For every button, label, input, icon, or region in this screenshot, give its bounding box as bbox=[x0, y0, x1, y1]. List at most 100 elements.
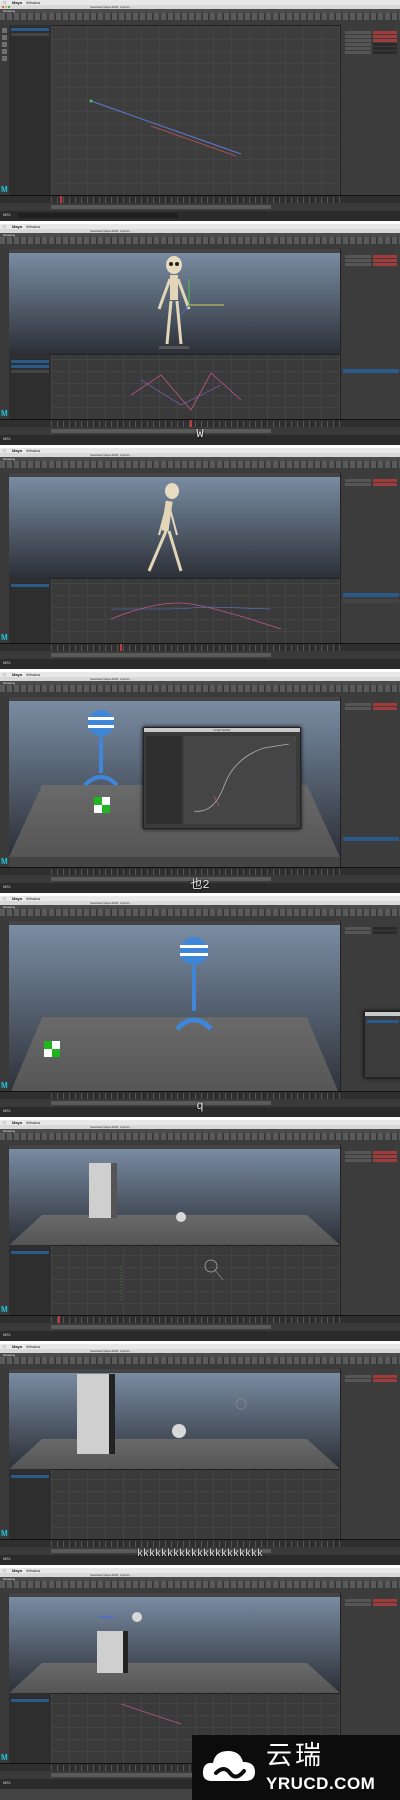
zoom-icon[interactable] bbox=[8, 6, 10, 8]
outliner-panel[interactable] bbox=[9, 1469, 52, 1539]
graph-editor-title: Graph Editor bbox=[213, 728, 231, 732]
select-tool-icon[interactable] bbox=[2, 28, 7, 33]
status-line[interactable] bbox=[0, 909, 400, 916]
mel-label: MEL bbox=[3, 1332, 12, 1337]
outliner-item[interactable] bbox=[11, 33, 49, 36]
channel-popup[interactable] bbox=[364, 1011, 400, 1078]
graph-editor-canvas[interactable] bbox=[184, 736, 296, 824]
scene-objects[interactable] bbox=[9, 1369, 340, 1469]
maya-logo-icon: M bbox=[1, 1081, 8, 1090]
scale-tool-icon[interactable] bbox=[2, 56, 7, 61]
range-slider[interactable] bbox=[0, 203, 400, 211]
outliner-item[interactable] bbox=[11, 360, 49, 363]
outliner-item[interactable] bbox=[11, 1251, 49, 1254]
close-icon[interactable] bbox=[2, 6, 4, 8]
graph-editor[interactable] bbox=[51, 1245, 340, 1316]
mel-label: MEL bbox=[3, 660, 12, 665]
watermark-url: YRUCD.COM bbox=[266, 1774, 376, 1793]
status-line[interactable] bbox=[0, 237, 400, 244]
maya-logo-icon: M bbox=[1, 185, 8, 194]
toolbox: M bbox=[0, 921, 9, 1091]
channel-box[interactable] bbox=[340, 1369, 400, 1539]
command-input[interactable] bbox=[18, 213, 178, 218]
viewport-persp[interactable] bbox=[9, 1369, 340, 1469]
maya-logo-icon: M bbox=[1, 409, 8, 418]
screenshot-frame-5:  Maya Window Autodesk Maya 2016: /Users… bbox=[0, 896, 400, 1117]
graph-editor[interactable] bbox=[51, 578, 340, 644]
skeleton-character[interactable] bbox=[9, 249, 340, 354]
lasso-tool-icon[interactable] bbox=[2, 35, 7, 40]
outliner-panel[interactable] bbox=[9, 25, 52, 195]
command-line: MEL bbox=[0, 211, 400, 221]
layer-row[interactable] bbox=[343, 837, 399, 841]
outliner-item[interactable] bbox=[11, 1475, 49, 1478]
toolbox: M bbox=[0, 473, 9, 643]
rotate-tool-icon[interactable] bbox=[2, 49, 7, 54]
graph-editor-window[interactable]: Graph Editor bbox=[143, 727, 301, 829]
graph-editor[interactable] bbox=[51, 1469, 340, 1540]
toolbox: M bbox=[0, 1145, 9, 1315]
outliner-panel[interactable] bbox=[9, 578, 52, 643]
toolbox: M bbox=[0, 1593, 9, 1763]
viewport-persp[interactable] bbox=[9, 473, 340, 578]
status-line[interactable] bbox=[0, 1133, 400, 1140]
outliner-item[interactable] bbox=[11, 370, 49, 373]
minimize-icon[interactable] bbox=[5, 6, 7, 8]
screenshot-frame-6:  Maya Window Autodesk Maya 2016: /Users… bbox=[0, 1120, 400, 1341]
robot-character[interactable] bbox=[9, 921, 340, 1096]
screenshot-frame-4:  Maya Window Autodesk Maya 2016: /Users… bbox=[0, 672, 400, 893]
status-line[interactable] bbox=[0, 13, 400, 20]
viewport-persp[interactable] bbox=[9, 1145, 340, 1245]
viewport-persp[interactable] bbox=[9, 249, 340, 354]
maya-logo-icon: M bbox=[1, 633, 8, 642]
skeleton-character[interactable] bbox=[9, 473, 340, 578]
status-line[interactable] bbox=[0, 1581, 400, 1588]
scene-objects[interactable] bbox=[9, 1145, 340, 1245]
outliner-item[interactable] bbox=[11, 365, 49, 368]
graph-outliner[interactable] bbox=[146, 736, 182, 824]
range-slider[interactable] bbox=[0, 651, 400, 659]
scene-objects[interactable] bbox=[9, 1593, 340, 1693]
toolbox: M bbox=[0, 25, 9, 195]
viewport-persp[interactable] bbox=[9, 1593, 340, 1693]
toolbox: M bbox=[0, 697, 9, 867]
graph-editor[interactable] bbox=[51, 25, 340, 196]
range-slider[interactable] bbox=[0, 1323, 400, 1331]
layer-row[interactable] bbox=[343, 599, 399, 603]
channel-box[interactable] bbox=[340, 25, 400, 195]
channel-box[interactable] bbox=[340, 697, 400, 867]
status-line[interactable] bbox=[0, 685, 400, 692]
outliner-item[interactable] bbox=[11, 584, 49, 587]
site-watermark: 云瑞 YRUCD.COM bbox=[192, 1735, 400, 1800]
screenshot-frame-1:  Maya Window Autodesk Maya 2016: /Users… bbox=[0, 0, 400, 221]
outliner-panel[interactable] bbox=[9, 1693, 52, 1763]
tutorial-caption: W bbox=[196, 427, 204, 441]
channel-box[interactable] bbox=[340, 473, 400, 643]
mel-label: MEL bbox=[3, 212, 12, 217]
channel-box[interactable] bbox=[340, 1145, 400, 1315]
move-tool-icon[interactable] bbox=[2, 42, 7, 47]
toolbox: M bbox=[0, 1369, 9, 1539]
animation-curves[interactable] bbox=[51, 26, 340, 196]
command-line: MEL bbox=[0, 1331, 400, 1341]
tutorial-caption: 也2 bbox=[190, 878, 210, 892]
maya-logo-icon: M bbox=[1, 857, 8, 866]
outliner-panel[interactable] bbox=[9, 1245, 52, 1315]
layer-row[interactable] bbox=[343, 593, 399, 597]
screenshot-frame-2:  Maya Window Autodesk Maya 2016: /Users… bbox=[0, 224, 400, 445]
screenshot-frame-3:  Maya Window Autodesk Maya 2016: /Users… bbox=[0, 448, 400, 669]
status-line[interactable] bbox=[0, 461, 400, 468]
tutorial-caption: q bbox=[196, 1099, 204, 1113]
viewport-persp[interactable] bbox=[9, 921, 340, 1096]
outliner-item[interactable] bbox=[11, 1699, 49, 1702]
maya-logo-icon: M bbox=[1, 1305, 8, 1314]
layer-row[interactable] bbox=[343, 369, 399, 373]
outliner-item[interactable] bbox=[11, 28, 49, 31]
maya-logo-icon: M bbox=[1, 1753, 8, 1762]
channel-box[interactable] bbox=[340, 249, 400, 419]
outliner-panel[interactable] bbox=[9, 354, 52, 419]
status-line[interactable] bbox=[0, 1357, 400, 1364]
graph-editor[interactable] bbox=[51, 354, 340, 420]
command-line: MEL bbox=[0, 659, 400, 669]
toolbox: M bbox=[0, 249, 9, 419]
